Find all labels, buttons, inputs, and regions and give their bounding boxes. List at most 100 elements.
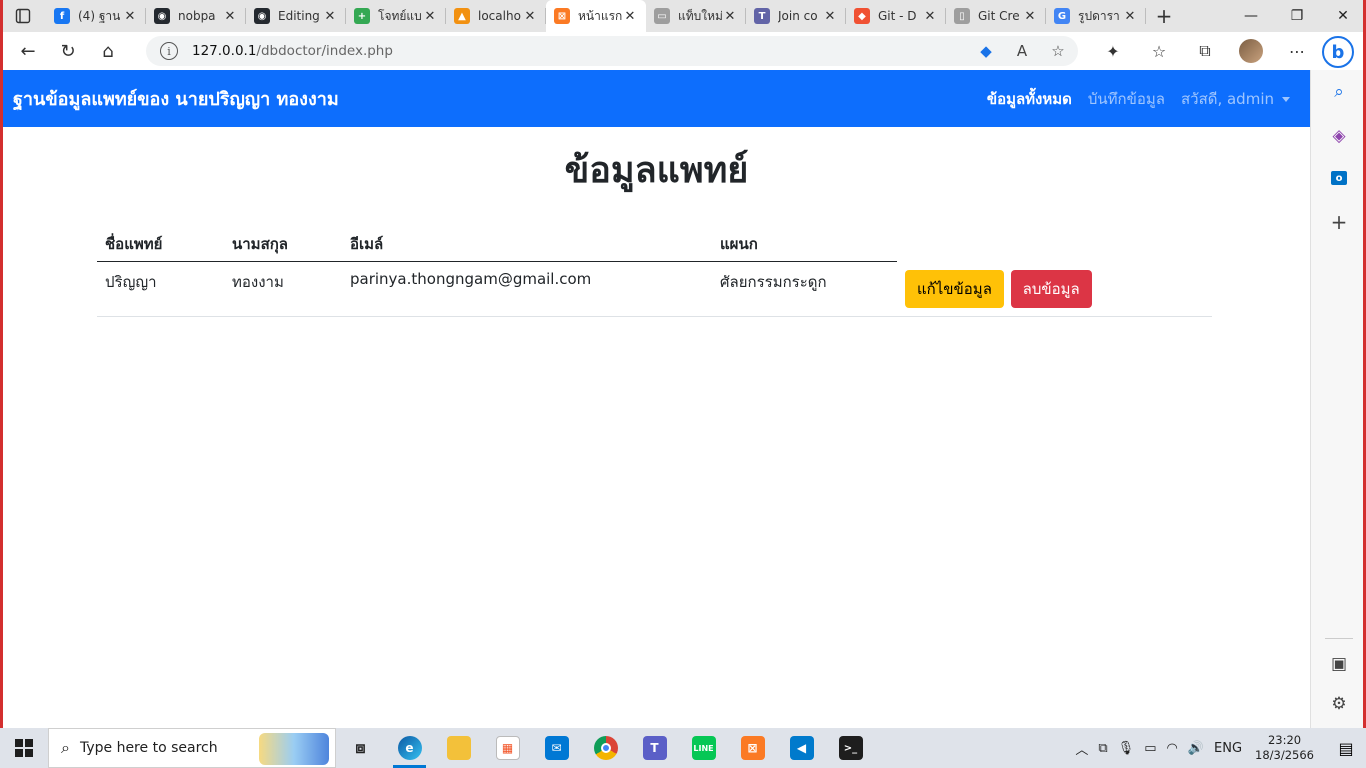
tab-favicon-icon: ⊠ <box>554 8 570 24</box>
notification-center-icon[interactable]: ▤ <box>1326 728 1366 768</box>
browser-tab[interactable]: ◆ Git - D ✕ <box>846 0 946 32</box>
nav-all-data[interactable]: ข้อมูลทั้งหมด <box>987 87 1072 111</box>
read-aloud-icon[interactable]: A <box>1012 41 1032 61</box>
restore-button[interactable]: ❐ <box>1274 0 1320 32</box>
browser-tab[interactable]: ▭ แท็บใหม่ ✕ <box>646 0 746 32</box>
start-button[interactable] <box>0 728 48 768</box>
taskbar-edge[interactable]: e <box>385 728 434 768</box>
browser-tab[interactable]: ▯ Git Cre ✕ <box>946 0 1046 32</box>
tab-favicon-icon: + <box>354 8 370 24</box>
site-info-icon[interactable]: i <box>160 42 178 60</box>
outlook-icon[interactable]: o <box>1329 168 1349 188</box>
taskbar-xampp[interactable]: ⊠ <box>728 728 777 768</box>
browser-tab[interactable]: ◉ nobpa ✕ <box>146 0 246 32</box>
minimize-button[interactable]: — <box>1228 0 1274 32</box>
close-tab-icon[interactable]: ✕ <box>822 9 838 24</box>
microphone-icon[interactable]: 🎙 <box>1118 741 1135 756</box>
edit-button[interactable]: แก้ไขข้อมูล <box>905 269 1004 308</box>
delete-button[interactable]: ลบข้อมูล <box>1010 269 1092 308</box>
tab-list: f (4) ฐาน ✕ ◉ nobpa ✕ ◉ Editing ✕ + โจทย์แบ ✕ ▲ local… <box>46 0 1146 32</box>
nav-user-dropdown[interactable]: สวัสดี, admin <box>1181 87 1290 111</box>
browser-toolbar: ← ↻ ⌂ i 127.0.0.1/dbdoctor/index.php ◆ A… <box>0 32 1366 70</box>
browser-tab[interactable]: ◉ Editing ✕ <box>246 0 346 32</box>
meet-now-icon[interactable]: ⧉ <box>1098 741 1107 756</box>
tab-title: Join co <box>778 9 818 23</box>
browser-tab[interactable]: ⊠ หน้าแรก ✕ <box>546 0 646 32</box>
taskbar-search-box[interactable]: ⌕ Type here to search <box>48 728 336 768</box>
windows-logo-icon <box>15 739 33 757</box>
close-tab-icon[interactable]: ✕ <box>1122 9 1138 24</box>
table-header-row: ชื่อแพทย์ นามสกุล อีเมล์ แผนก <box>97 227 1212 262</box>
more-menu-icon[interactable]: ⋯ <box>1274 35 1320 67</box>
bing-icon[interactable]: b <box>1322 36 1354 68</box>
browser-tab[interactable]: G รูปดารา ✕ <box>1046 0 1146 32</box>
close-tab-icon[interactable]: ✕ <box>522 9 538 24</box>
favorites-icon[interactable]: ☆ <box>1136 35 1182 67</box>
browser-tab[interactable]: + โจทย์แบ ✕ <box>346 0 446 32</box>
profile-button[interactable] <box>1228 35 1274 67</box>
battery-icon[interactable]: ▭ <box>1144 741 1156 756</box>
close-window-button[interactable]: ✕ <box>1320 0 1366 32</box>
taskbar-line[interactable]: LINE <box>679 728 728 768</box>
browser-tab[interactable]: ▲ localho ✕ <box>446 0 546 32</box>
settings-gear-icon[interactable]: ⚙ <box>1329 694 1349 714</box>
volume-icon[interactable]: 🔊 <box>1188 741 1204 756</box>
folder-icon <box>446 736 471 760</box>
tab-title: nobpa <box>178 9 216 23</box>
taskbar-mail[interactable]: ✉ <box>532 728 581 768</box>
close-tab-icon[interactable]: ✕ <box>422 9 438 24</box>
task-view-button[interactable]: ⧈ <box>336 728 385 768</box>
shopping-icon[interactable]: ◈ <box>1329 126 1349 146</box>
back-button[interactable]: ← <box>8 35 48 67</box>
search-icon[interactable]: ⌕ <box>1329 82 1349 102</box>
store-icon: ▦ <box>495 736 520 760</box>
clock-date: 18/3/2566 <box>1255 748 1314 762</box>
taskbar-vscode[interactable]: ◀ <box>777 728 826 768</box>
table-row: ปริญญา ทองงาม parinya.thongngam@gmail.co… <box>97 261 1212 317</box>
taskbar-store[interactable]: ▦ <box>483 728 532 768</box>
close-tab-icon[interactable]: ✕ <box>1022 9 1038 24</box>
windows-taskbar: ⌕ Type here to search ⧈ e ▦ ✉ T LINE ⊠ ◀… <box>0 728 1366 768</box>
nav-record-data[interactable]: บันทึกข้อมูล <box>1088 87 1165 111</box>
extensions-icon[interactable]: ✦ <box>1090 35 1136 67</box>
cell-actions: แก้ไขข้อมูล ลบข้อมูล <box>897 261 1212 317</box>
tag-icon[interactable]: ◆ <box>976 41 996 61</box>
refresh-button[interactable]: ↻ <box>48 35 88 67</box>
close-tab-icon[interactable]: ✕ <box>622 9 638 24</box>
tab-actions-icon <box>15 8 31 24</box>
address-bar[interactable]: i 127.0.0.1/dbdoctor/index.php ◆ A ☆ <box>146 36 1078 66</box>
taskbar-chrome[interactable] <box>581 728 630 768</box>
mail-icon: ✉ <box>544 736 569 760</box>
close-tab-icon[interactable]: ✕ <box>722 9 738 24</box>
close-tab-icon[interactable]: ✕ <box>122 9 138 24</box>
taskbar-terminal[interactable]: >_ <box>826 728 875 768</box>
page-title: ข้อมูลแพทย์ <box>564 150 749 191</box>
tab-actions-button[interactable] <box>0 0 46 32</box>
collections-icon[interactable]: ⧉ <box>1182 35 1228 67</box>
language-indicator[interactable]: ENG <box>1214 741 1242 756</box>
clock[interactable]: 23:20 18/3/2566 <box>1255 733 1314 763</box>
taskbar-file-explorer[interactable] <box>434 728 483 768</box>
edge-icon: e <box>397 736 422 760</box>
close-tab-icon[interactable]: ✕ <box>222 9 238 24</box>
sidebar-toggle-icon[interactable]: ▣ <box>1329 654 1349 674</box>
column-header-firstname: ชื่อแพทย์ <box>105 234 163 253</box>
tab-title: หน้าแรก <box>578 8 622 23</box>
new-tab-button[interactable]: + <box>1148 0 1180 32</box>
site-brand[interactable]: ฐานข้อมูลแพทย์ของ นายปริญญา ทองงาม <box>13 84 339 113</box>
show-hidden-icons-chevron-icon[interactable]: ︿ <box>1075 739 1088 758</box>
browser-tab[interactable]: f (4) ฐาน ✕ <box>46 0 146 32</box>
tab-favicon-icon: T <box>754 8 770 24</box>
chevron-down-icon <box>1282 96 1290 102</box>
close-tab-icon[interactable]: ✕ <box>322 9 338 24</box>
tab-favicon-icon: f <box>54 8 70 24</box>
taskbar-teams[interactable]: T <box>630 728 679 768</box>
wifi-icon[interactable]: ◠ <box>1166 741 1177 756</box>
close-tab-icon[interactable]: ✕ <box>922 9 938 24</box>
browser-tab[interactable]: T Join co ✕ <box>746 0 846 32</box>
home-button[interactable]: ⌂ <box>88 35 128 67</box>
add-sidebar-app-icon[interactable]: + <box>1329 210 1349 234</box>
column-header-actions <box>897 227 1212 262</box>
column-header-email: อีเมล์ <box>350 234 384 253</box>
add-favorite-icon[interactable]: ☆ <box>1048 41 1068 61</box>
